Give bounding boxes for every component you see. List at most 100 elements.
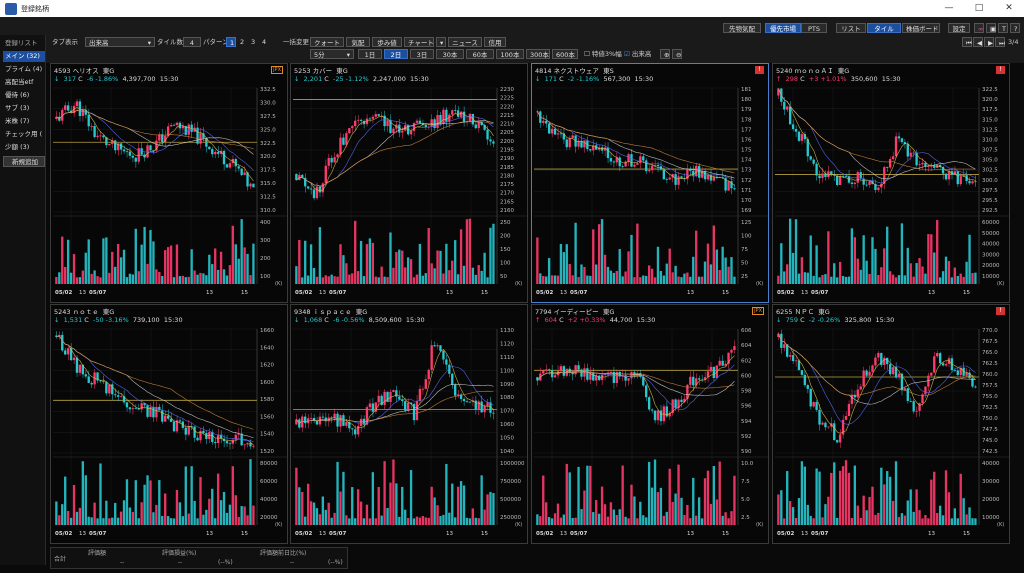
volume-bar [298,239,301,284]
sidebar-item-benefits[interactable]: 優待 (6) [3,90,45,101]
warning-icon[interactable]: ! [996,66,1005,74]
y-tick-label: 2220 [500,104,514,110]
period-30-button[interactable]: 30本 [436,49,464,59]
stock-tile[interactable]: 5240 ｍｏｎｏＡＩ 東G! ↑ 298 C +3 +1.01% 350,600… [772,63,1010,303]
intraday-chart[interactable]: 332.5 330.0 327.5 325.0 322.5 320.0 317.5 315.0… [51,84,287,302]
alert-badge-icon[interactable]: JPX [752,307,764,315]
y-tick-label: 1580 [260,397,274,403]
volume-bar [803,272,807,284]
volume-bar [912,511,915,525]
first-page-icon[interactable]: ⏮ [962,37,972,47]
add-list-button[interactable]: 新規追加 [3,156,45,167]
layout-icon[interactable]: ▣ [986,23,996,33]
pattern-1-button[interactable]: 1 [226,37,236,47]
volume-bar [941,271,945,284]
sort-select[interactable]: 出来高 ▾ [85,37,155,47]
news-button[interactable]: ニュース [448,37,482,47]
volume-bar [936,220,939,284]
pattern-3-button[interactable]: 3 [248,37,258,47]
alert-badge-icon[interactable]: JPX [271,66,283,74]
period-60-button[interactable]: 60本 [466,49,494,59]
pattern-2-button[interactable]: 2 [237,37,247,47]
sidebar-item-high-dividend[interactable]: 高配当etf [3,77,45,88]
opt-volume-checkbox[interactable]: ☑ 出来高 [624,49,651,59]
sidebar-item-check[interactable]: チェック用 ( [3,129,45,140]
prev-page-icon[interactable]: ◀ [973,37,983,47]
period-100-button[interactable]: 100本 [496,49,524,59]
zoom-in-icon[interactable]: ⊕ [660,49,670,59]
tile-count-input[interactable]: 4 [183,37,201,47]
candle [454,384,457,396]
pattern-4-button[interactable]: 4 [259,37,269,47]
arrow-down-icon: ↓ [54,75,60,83]
volume-bar [134,480,137,525]
warning-icon[interactable]: ! [755,66,764,74]
period-300-button[interactable]: 300本 [526,49,550,59]
intraday-chart[interactable]: 181 180 179 178 177 176 175 174 173 172 171 170 169 1… [532,84,768,302]
stock-tile[interactable]: 6255 ＮＰＣ 東G! ↓ 759 C -2 -0.26% 325,800 15… [772,304,1010,544]
opt-3pct-checkbox[interactable]: ☐ 特値3%幅 [584,49,622,59]
maximize-button[interactable]: □ [964,0,994,17]
intraday-chart[interactable]: 770.0 767.5 765.0 762.5 760.0 757.5 755.0 752.5… [773,325,1009,543]
sidebar-item-prime[interactable]: プライム (4) [3,64,45,75]
close-button[interactable]: ✕ [994,0,1024,17]
stock-tile[interactable]: 5253 カバー 東G ↓ 2,201 C -25 -1.12% 2,247,00… [290,63,528,303]
stock-tile[interactable]: 4814 ネクストウェア 東S! ↓ 171 C -2 -1.16% 567,30… [531,63,769,303]
help-icon[interactable]: ? [1010,23,1020,33]
stock-board-button[interactable]: 株価ボード [902,23,940,33]
chart-button[interactable]: チャート [404,37,434,47]
futures-board-button[interactable]: 先物気配 [723,23,761,33]
sidebar-item-main[interactable]: メイン (32) [3,51,45,62]
candle [116,395,120,397]
chart-menu-icon[interactable]: ▾ [436,37,446,47]
period-2d-button[interactable]: 2日 [384,49,408,59]
intraday-chart[interactable]: 322.5 320.0 317.5 315.0 312.5 310.0 307.5 305.0… [773,84,1009,302]
sidebar-item-us-stocks[interactable]: 米株 (7) [3,116,45,127]
last-page-icon[interactable]: ⏭ [995,37,1005,47]
stock-tile[interactable]: 7794 イーディーピー 東G JPX ↑ 604 C +2 +0.33% 44,7… [531,304,769,544]
x-tick-label: 05/02 [777,290,794,296]
text-size-icon[interactable]: T [998,23,1008,33]
stock-tile[interactable]: 9348 ｉｓｐａｃｅ 東G ↓ 1,068 C -6 -0.56% 8,509,… [290,304,528,544]
step-button[interactable]: 歩み値 [372,37,402,47]
sidebar-item-small[interactable]: 少額 (3) [3,142,45,153]
volume-bar [883,484,886,525]
candle [228,443,232,445]
volume-tick-label: 500000 [500,497,521,503]
stock-tile[interactable]: 5243 ｎｏｔｅ 東G ↓ 1,531 C -50 -3.16% 739,100… [50,304,288,544]
intraday-chart[interactable]: 1660 1640 1620 1600 1580 1560 1540 1520 80000 600… [51,325,287,543]
candle [216,151,220,154]
priority-market-button[interactable]: 優先市場 [765,23,801,33]
intraday-chart[interactable]: 606 604 602 600 598 596 594 592 590 10.0 7.5 5.0 2.5… [532,325,768,543]
period-3d-button[interactable]: 3日 [410,49,434,59]
tile-view-button[interactable]: タイル [867,23,901,33]
stock-tile[interactable]: 4593 ヘリオス 東G JPX ↓ 317 C -6 -1.86% 4,397,7… [50,63,288,303]
intraday-chart[interactable]: 2230 2225 2220 2215 2210 2205 2200 2195 2190 2185… [291,84,527,302]
period-600-button[interactable]: 600本 [552,49,578,59]
intraday-chart[interactable]: 1130 1120 1110 1100 1090 1080 1070 1060 1050 1040… [291,325,527,543]
zoom-out-icon[interactable]: ⊖ [672,49,682,59]
list-view-button[interactable]: リスト [836,23,866,33]
quote-button[interactable]: クォート [310,37,344,47]
interval-select[interactable]: 5分 ▾ [310,49,354,59]
warning-icon[interactable]: ! [996,307,1005,315]
y-tick-label: 1100 [500,368,514,374]
y-tick-label: 1540 [260,432,274,438]
credit-button[interactable]: 信用 [484,37,506,47]
sidebar-item-sub[interactable]: サブ (3) [3,103,45,114]
candle [553,128,557,135]
volume-bar [152,512,155,525]
candle [228,163,232,168]
candle [430,119,433,127]
board-button[interactable]: 気配 [346,37,370,47]
volume-bar [219,500,223,525]
settings-button[interactable]: 設定 [948,23,970,33]
volume-bar [131,511,135,525]
minimize-button[interactable]: — [934,0,964,17]
period-1d-button[interactable]: 1日 [358,49,382,59]
pts-button[interactable]: PTS [801,23,827,33]
next-page-icon[interactable]: ▶ [984,37,994,47]
link-icon[interactable]: ∞ [974,23,984,33]
candle [586,368,589,380]
arrow-down-icon: ↓ [294,75,300,83]
